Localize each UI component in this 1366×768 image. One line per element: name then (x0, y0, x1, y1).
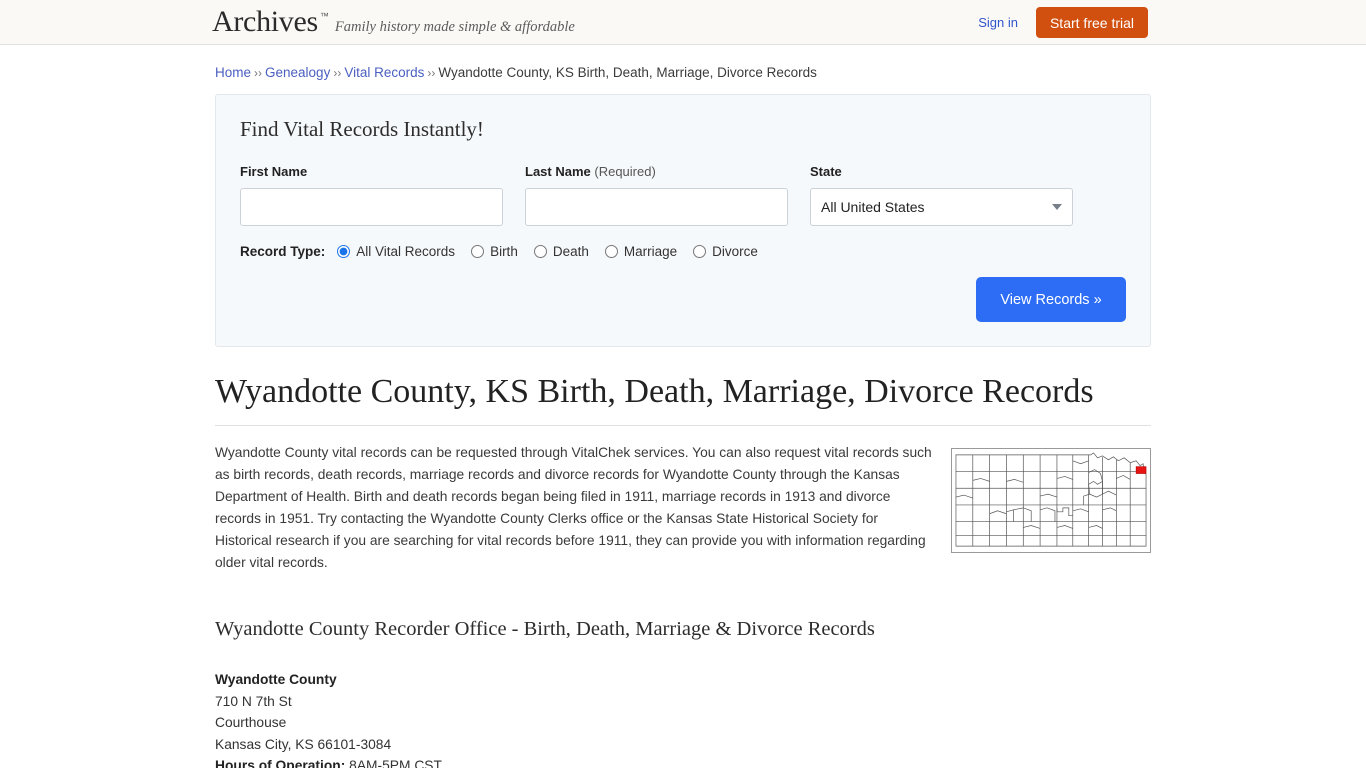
record-type-radio-birth[interactable] (471, 245, 485, 258)
breadcrumb-separator: ›› (427, 66, 436, 80)
record-type-option-birth[interactable]: Birth (471, 244, 518, 259)
record-type-option-label: Birth (490, 244, 518, 259)
breadcrumb-item-home[interactable]: Home (215, 65, 251, 80)
brand-tagline: Family history made simple & affordable (334, 19, 575, 35)
state-field-group: State All United States (810, 164, 1073, 226)
office-building: Courthouse (215, 715, 287, 730)
last-name-label-text: Last Name (525, 164, 591, 179)
record-type-option-label: Marriage (623, 244, 678, 259)
record-type-radio-all[interactable] (337, 245, 351, 258)
start-free-trial-button[interactable]: Start free trial (1035, 7, 1148, 38)
trademark-symbol: ™ (319, 11, 329, 21)
kansas-county-map (951, 448, 1151, 553)
site-logo[interactable]: Archives ™ Family history made simple & a… (212, 7, 579, 37)
breadcrumb-separator: ›› (333, 66, 342, 80)
record-type-radio-marriage[interactable] (604, 245, 618, 258)
office-hours-value: 8AM-5PM CST (349, 758, 442, 768)
state-label: State (810, 164, 842, 179)
breadcrumb-item-current: Wyandotte County, KS Birth, Death, Marri… (438, 65, 817, 80)
record-type-row: Record Type: All Vital Records Birth Dea… (240, 244, 1126, 259)
record-type-option-death[interactable]: Death (533, 244, 589, 259)
recorder-office-section-title: Wyandotte County Recorder Office - Birth… (215, 618, 875, 640)
recorder-office-address-block: Wyandotte County 710 N 7th St Courthouse… (215, 669, 1151, 768)
brand-name: Archives (212, 5, 318, 38)
last-name-input[interactable] (525, 188, 788, 226)
record-type-option-all-vital-records[interactable]: All Vital Records (337, 244, 455, 259)
record-type-radio-divorce[interactable] (693, 245, 707, 258)
record-type-radio-death[interactable] (533, 245, 547, 258)
record-type-option-label: Divorce (712, 244, 758, 259)
breadcrumb-separator: ›› (254, 66, 263, 80)
first-name-input[interactable] (240, 188, 503, 226)
office-street: 710 N 7th St (215, 693, 292, 709)
page-body: Home ›› Genealogy ›› Vital Records ›› Wyandott… (0, 45, 1366, 768)
sign-in-link[interactable]: Sign in (978, 15, 1018, 30)
last-name-field-group: Last Name (Required) (525, 164, 788, 226)
submit-row: View Records » (240, 277, 1126, 322)
office-hours-label: Hours of Operation: (215, 758, 346, 768)
site-header: Archives ™ Family history made simple & a… (0, 0, 1366, 45)
header-actions: Sign in Start free trial (978, 0, 1148, 45)
office-county-name: Wyandotte County (215, 672, 337, 687)
last-name-label: Last Name (Required) (525, 164, 788, 179)
content-container: Home ›› Genealogy ›› Vital Records ›› Wyandott… (215, 45, 1151, 768)
breadcrumb: Home ›› Genealogy ›› Vital Records ›› Wyandott… (215, 45, 1151, 94)
view-records-button[interactable]: View Records » (976, 277, 1126, 322)
last-name-required-note: (Required) (594, 164, 656, 179)
record-type-option-divorce[interactable]: Divorce (693, 244, 758, 259)
page-title: Wyandotte County, KS Birth, Death, Marri… (215, 373, 1151, 426)
breadcrumb-item-vital-records[interactable]: Vital Records (344, 65, 424, 80)
first-name-field-group: First Name (240, 164, 503, 226)
record-type-label: Record Type: (240, 244, 326, 259)
state-select-wrapper: All United States (810, 188, 1073, 226)
search-fields-row: First Name Last Name (Required) State Al… (240, 164, 1126, 226)
highlighted-county-wyandotte (1135, 466, 1147, 474)
vital-records-search-panel: Find Vital Records Instantly! First Name… (215, 94, 1151, 347)
office-hours: Hours of Operation: 8AM-5PM CST (215, 755, 1151, 768)
first-name-label: First Name (240, 164, 308, 179)
search-panel-title: Find Vital Records Instantly! (240, 117, 484, 141)
kansas-map-svg (955, 452, 1147, 547)
office-city-state-zip: Kansas City, KS 66101-3084 (215, 736, 392, 752)
state-select[interactable]: All United States (810, 188, 1073, 226)
record-type-option-label: Death (552, 244, 589, 259)
breadcrumb-item-genealogy[interactable]: Genealogy (265, 65, 330, 80)
record-type-option-label: All Vital Records (356, 244, 456, 259)
record-type-option-marriage[interactable]: Marriage (604, 244, 678, 259)
intro-section: Wyandotte County vital records can be re… (215, 442, 1151, 574)
